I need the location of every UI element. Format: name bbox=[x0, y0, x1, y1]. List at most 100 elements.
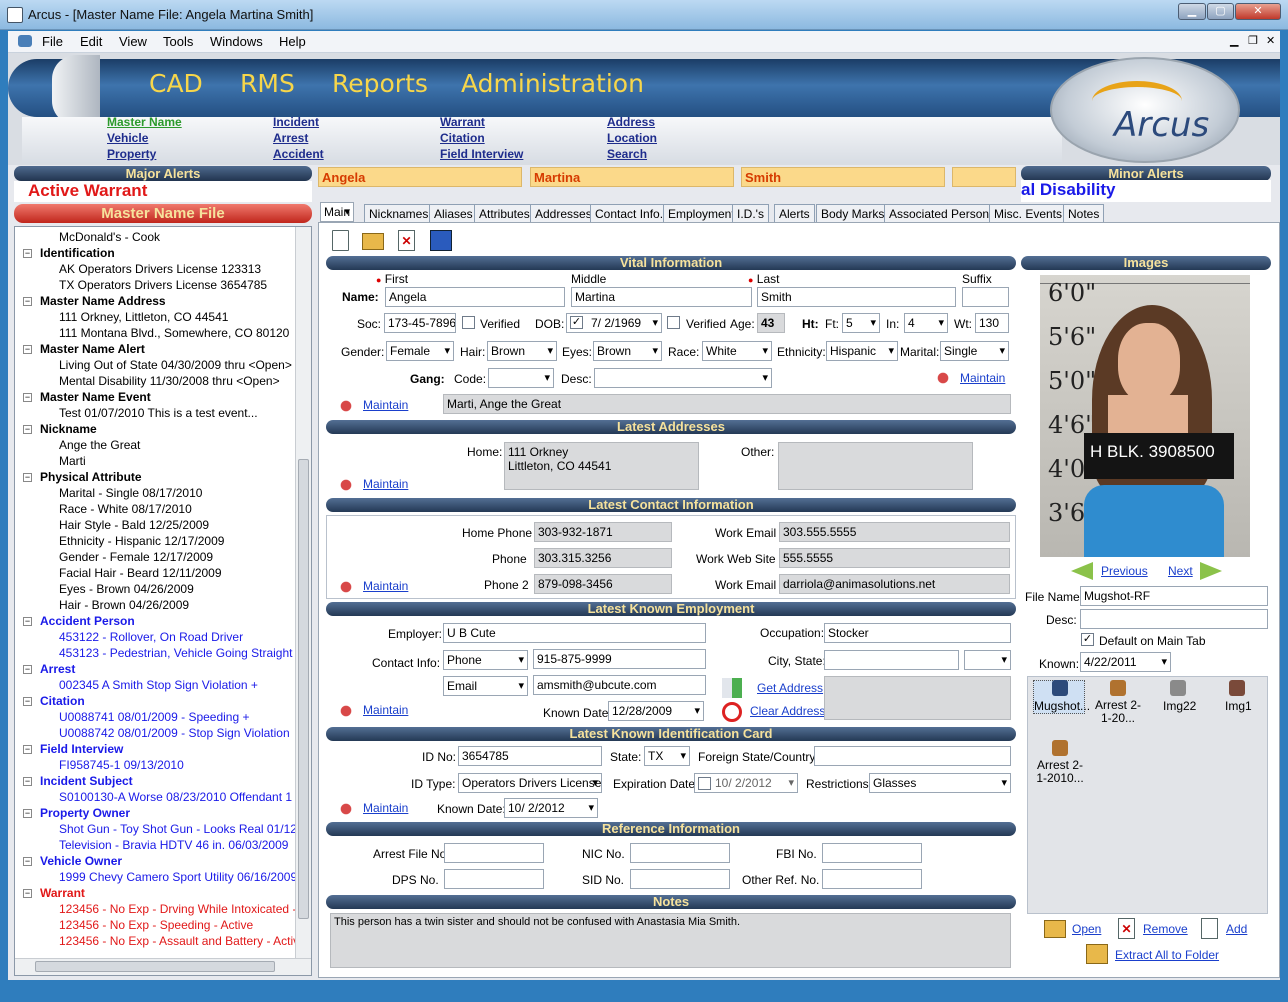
id-type-select[interactable]: Operators Drivers License bbox=[458, 773, 602, 793]
tree-collapse-icon[interactable]: − bbox=[23, 857, 32, 866]
thumb-img22-icon[interactable] bbox=[1170, 680, 1186, 696]
tree-collapse-icon[interactable]: − bbox=[23, 393, 32, 402]
last-name-field[interactable]: Smith bbox=[757, 287, 956, 307]
gang-code-select[interactable] bbox=[488, 368, 554, 388]
menu-file[interactable]: File bbox=[42, 34, 63, 49]
tree-collapse-icon[interactable]: − bbox=[23, 777, 32, 786]
tree-item[interactable]: Marital - Single 08/17/2010 bbox=[59, 486, 202, 500]
minor-alert-text[interactable]: al Disability bbox=[1021, 180, 1271, 202]
maintain-id-link[interactable]: Maintain bbox=[363, 801, 408, 815]
tree-collapse-icon[interactable]: − bbox=[23, 809, 32, 818]
tree-item[interactable]: Ange the Great bbox=[59, 438, 140, 452]
tree-item[interactable]: Mental Disability 11/30/2008 thru <Open> bbox=[59, 374, 280, 388]
tree-collapse-icon[interactable]: − bbox=[23, 297, 32, 306]
thumb-img22-label[interactable]: Img22 bbox=[1163, 699, 1196, 713]
nav-master-name[interactable]: Master Name bbox=[107, 115, 182, 129]
next-arrow-icon[interactable] bbox=[1200, 562, 1222, 580]
maintain-id-icon[interactable] bbox=[336, 799, 356, 819]
feet-select[interactable]: 5 bbox=[842, 313, 880, 333]
tree-group[interactable]: Arrest bbox=[40, 662, 75, 676]
nav-field-interview[interactable]: Field Interview bbox=[440, 147, 523, 161]
thumb-arrest2-label[interactable]: Arrest 2-1-2010... bbox=[1032, 759, 1088, 785]
tab-addresses[interactable]: Addresses bbox=[530, 204, 597, 222]
mdi-restore-icon[interactable]: ❐ bbox=[1248, 34, 1258, 47]
nav-warrant[interactable]: Warrant bbox=[440, 115, 485, 129]
previous-link[interactable]: Previous bbox=[1101, 564, 1148, 578]
tree-group[interactable]: Citation bbox=[40, 694, 85, 708]
maintain-nickname-link[interactable]: Maintain bbox=[363, 398, 408, 412]
default-main-tab-checkbox[interactable]: ✓ bbox=[1081, 633, 1094, 646]
nav-incident[interactable]: Incident bbox=[273, 115, 319, 129]
tree-group[interactable]: Accident Person bbox=[40, 614, 135, 628]
soc-field[interactable]: 173-45-7896 bbox=[384, 313, 456, 333]
id-state-select[interactable]: TX bbox=[644, 746, 690, 766]
maintain-gang-icon[interactable] bbox=[933, 368, 953, 388]
menu-help[interactable]: Help bbox=[279, 34, 306, 49]
employment-known-date-picker[interactable]: 12/28/2009 bbox=[608, 701, 704, 721]
add-image-icon[interactable] bbox=[1201, 918, 1218, 939]
tree-item[interactable]: 002345 A Smith Stop Sign Violation + bbox=[59, 678, 258, 692]
next-link[interactable]: Next bbox=[1168, 564, 1193, 578]
tab-associated-persons[interactable]: Associated Persons bbox=[884, 204, 1001, 222]
maintain-address-link[interactable]: Maintain bbox=[363, 477, 408, 491]
maintain-address-icon[interactable] bbox=[336, 475, 356, 495]
tree-group[interactable]: Master Name Address bbox=[40, 294, 166, 308]
tree-collapse-icon[interactable]: − bbox=[23, 345, 32, 354]
maintain-employment-icon[interactable] bbox=[336, 701, 356, 721]
thumb-img1-icon[interactable] bbox=[1229, 680, 1245, 696]
tree-item[interactable]: 111 Montana Blvd., Somewhere, CO 80120 bbox=[59, 326, 289, 340]
tree-group[interactable]: Vehicle Owner bbox=[40, 854, 122, 868]
nav-reports[interactable]: Reports bbox=[332, 69, 428, 98]
tree-item[interactable]: 123456 - No Exp - Drving While Intoxicat… bbox=[59, 902, 311, 916]
tree-item[interactable]: Hair - Brown 04/26/2009 bbox=[59, 598, 189, 612]
dps-field[interactable] bbox=[444, 869, 544, 889]
add-image-link[interactable]: Add bbox=[1226, 922, 1247, 936]
tree-item[interactable]: U0088741 08/01/2009 - Speeding + bbox=[59, 710, 250, 724]
tab-alerts[interactable]: Alerts bbox=[774, 204, 815, 222]
record-tree[interactable]: McDonald's - Cook − Identification AK Opera… bbox=[14, 226, 312, 976]
eyes-select[interactable]: Brown bbox=[593, 341, 662, 361]
nav-address[interactable]: Address bbox=[607, 115, 655, 129]
tree-group[interactable]: Nickname bbox=[40, 422, 97, 436]
tree-item[interactable]: FI958745-1 09/13/2010 bbox=[59, 758, 184, 772]
thumb-mugshot-icon[interactable] bbox=[1052, 680, 1068, 696]
id-known-date-picker[interactable]: 10/ 2/2012 bbox=[504, 798, 598, 818]
maintain-employment-link[interactable]: Maintain bbox=[363, 703, 408, 717]
tree-item[interactable]: 111 Orkney, Littleton, CO 44541 bbox=[59, 310, 228, 324]
tab-ids[interactable]: I.D.'s bbox=[732, 204, 769, 222]
tree-item[interactable]: Living Out of State 04/30/2009 thru <Ope… bbox=[59, 358, 292, 372]
tree-group[interactable]: Identification bbox=[40, 246, 115, 260]
remove-image-link[interactable]: Remove bbox=[1143, 922, 1188, 936]
tab-employment[interactable]: Employment bbox=[663, 204, 740, 222]
nav-accident[interactable]: Accident bbox=[273, 147, 324, 161]
tree-item[interactable]: Gender - Female 12/17/2009 bbox=[59, 550, 213, 564]
nav-citation[interactable]: Citation bbox=[440, 131, 485, 145]
thumb-arrest1-icon[interactable] bbox=[1110, 680, 1126, 696]
dob-verified-checkbox[interactable] bbox=[667, 316, 680, 329]
tree-collapse-icon[interactable]: − bbox=[23, 665, 32, 674]
inches-select[interactable]: 4 bbox=[904, 313, 948, 333]
major-alert-text[interactable]: Active Warrant bbox=[14, 181, 312, 202]
tree-item[interactable]: 123456 - No Exp - Speeding - Active bbox=[59, 918, 253, 932]
gender-select[interactable]: Female bbox=[386, 341, 454, 361]
new-icon[interactable] bbox=[332, 230, 349, 251]
tree-collapse-icon[interactable]: − bbox=[23, 425, 32, 434]
remove-image-icon[interactable]: ✕ bbox=[1118, 918, 1135, 939]
notes-field[interactable]: This person has a twin sister and should… bbox=[330, 913, 1011, 968]
nav-rms[interactable]: RMS bbox=[240, 69, 295, 98]
tree-item[interactable]: U0088742 08/01/2009 - Stop Sign Violatio… bbox=[59, 726, 290, 740]
clear-address-link[interactable]: Clear Address bbox=[750, 704, 825, 718]
contact-value-field[interactable]: 915-875-9999 bbox=[533, 649, 706, 669]
city-state-field[interactable] bbox=[824, 650, 959, 670]
soc-verified-checkbox[interactable] bbox=[462, 316, 475, 329]
middle-name-field[interactable]: Martina bbox=[571, 287, 752, 307]
race-select[interactable]: White bbox=[702, 341, 772, 361]
maintain-gang-link[interactable]: Maintain bbox=[960, 371, 1005, 385]
tree-item[interactable]: Race - White 08/17/2010 bbox=[59, 502, 192, 516]
tree-scroll-thumb[interactable] bbox=[298, 459, 309, 919]
fbi-field[interactable] bbox=[822, 843, 922, 863]
tree-item[interactable]: 1999 Chevy Camero Sport Utility 06/16/20… bbox=[59, 870, 297, 884]
mdi-minimize-icon[interactable]: ▁ bbox=[1230, 34, 1238, 47]
tree-group[interactable]: Field Interview bbox=[40, 742, 123, 756]
tab-aliases[interactable]: Aliases bbox=[429, 204, 478, 222]
